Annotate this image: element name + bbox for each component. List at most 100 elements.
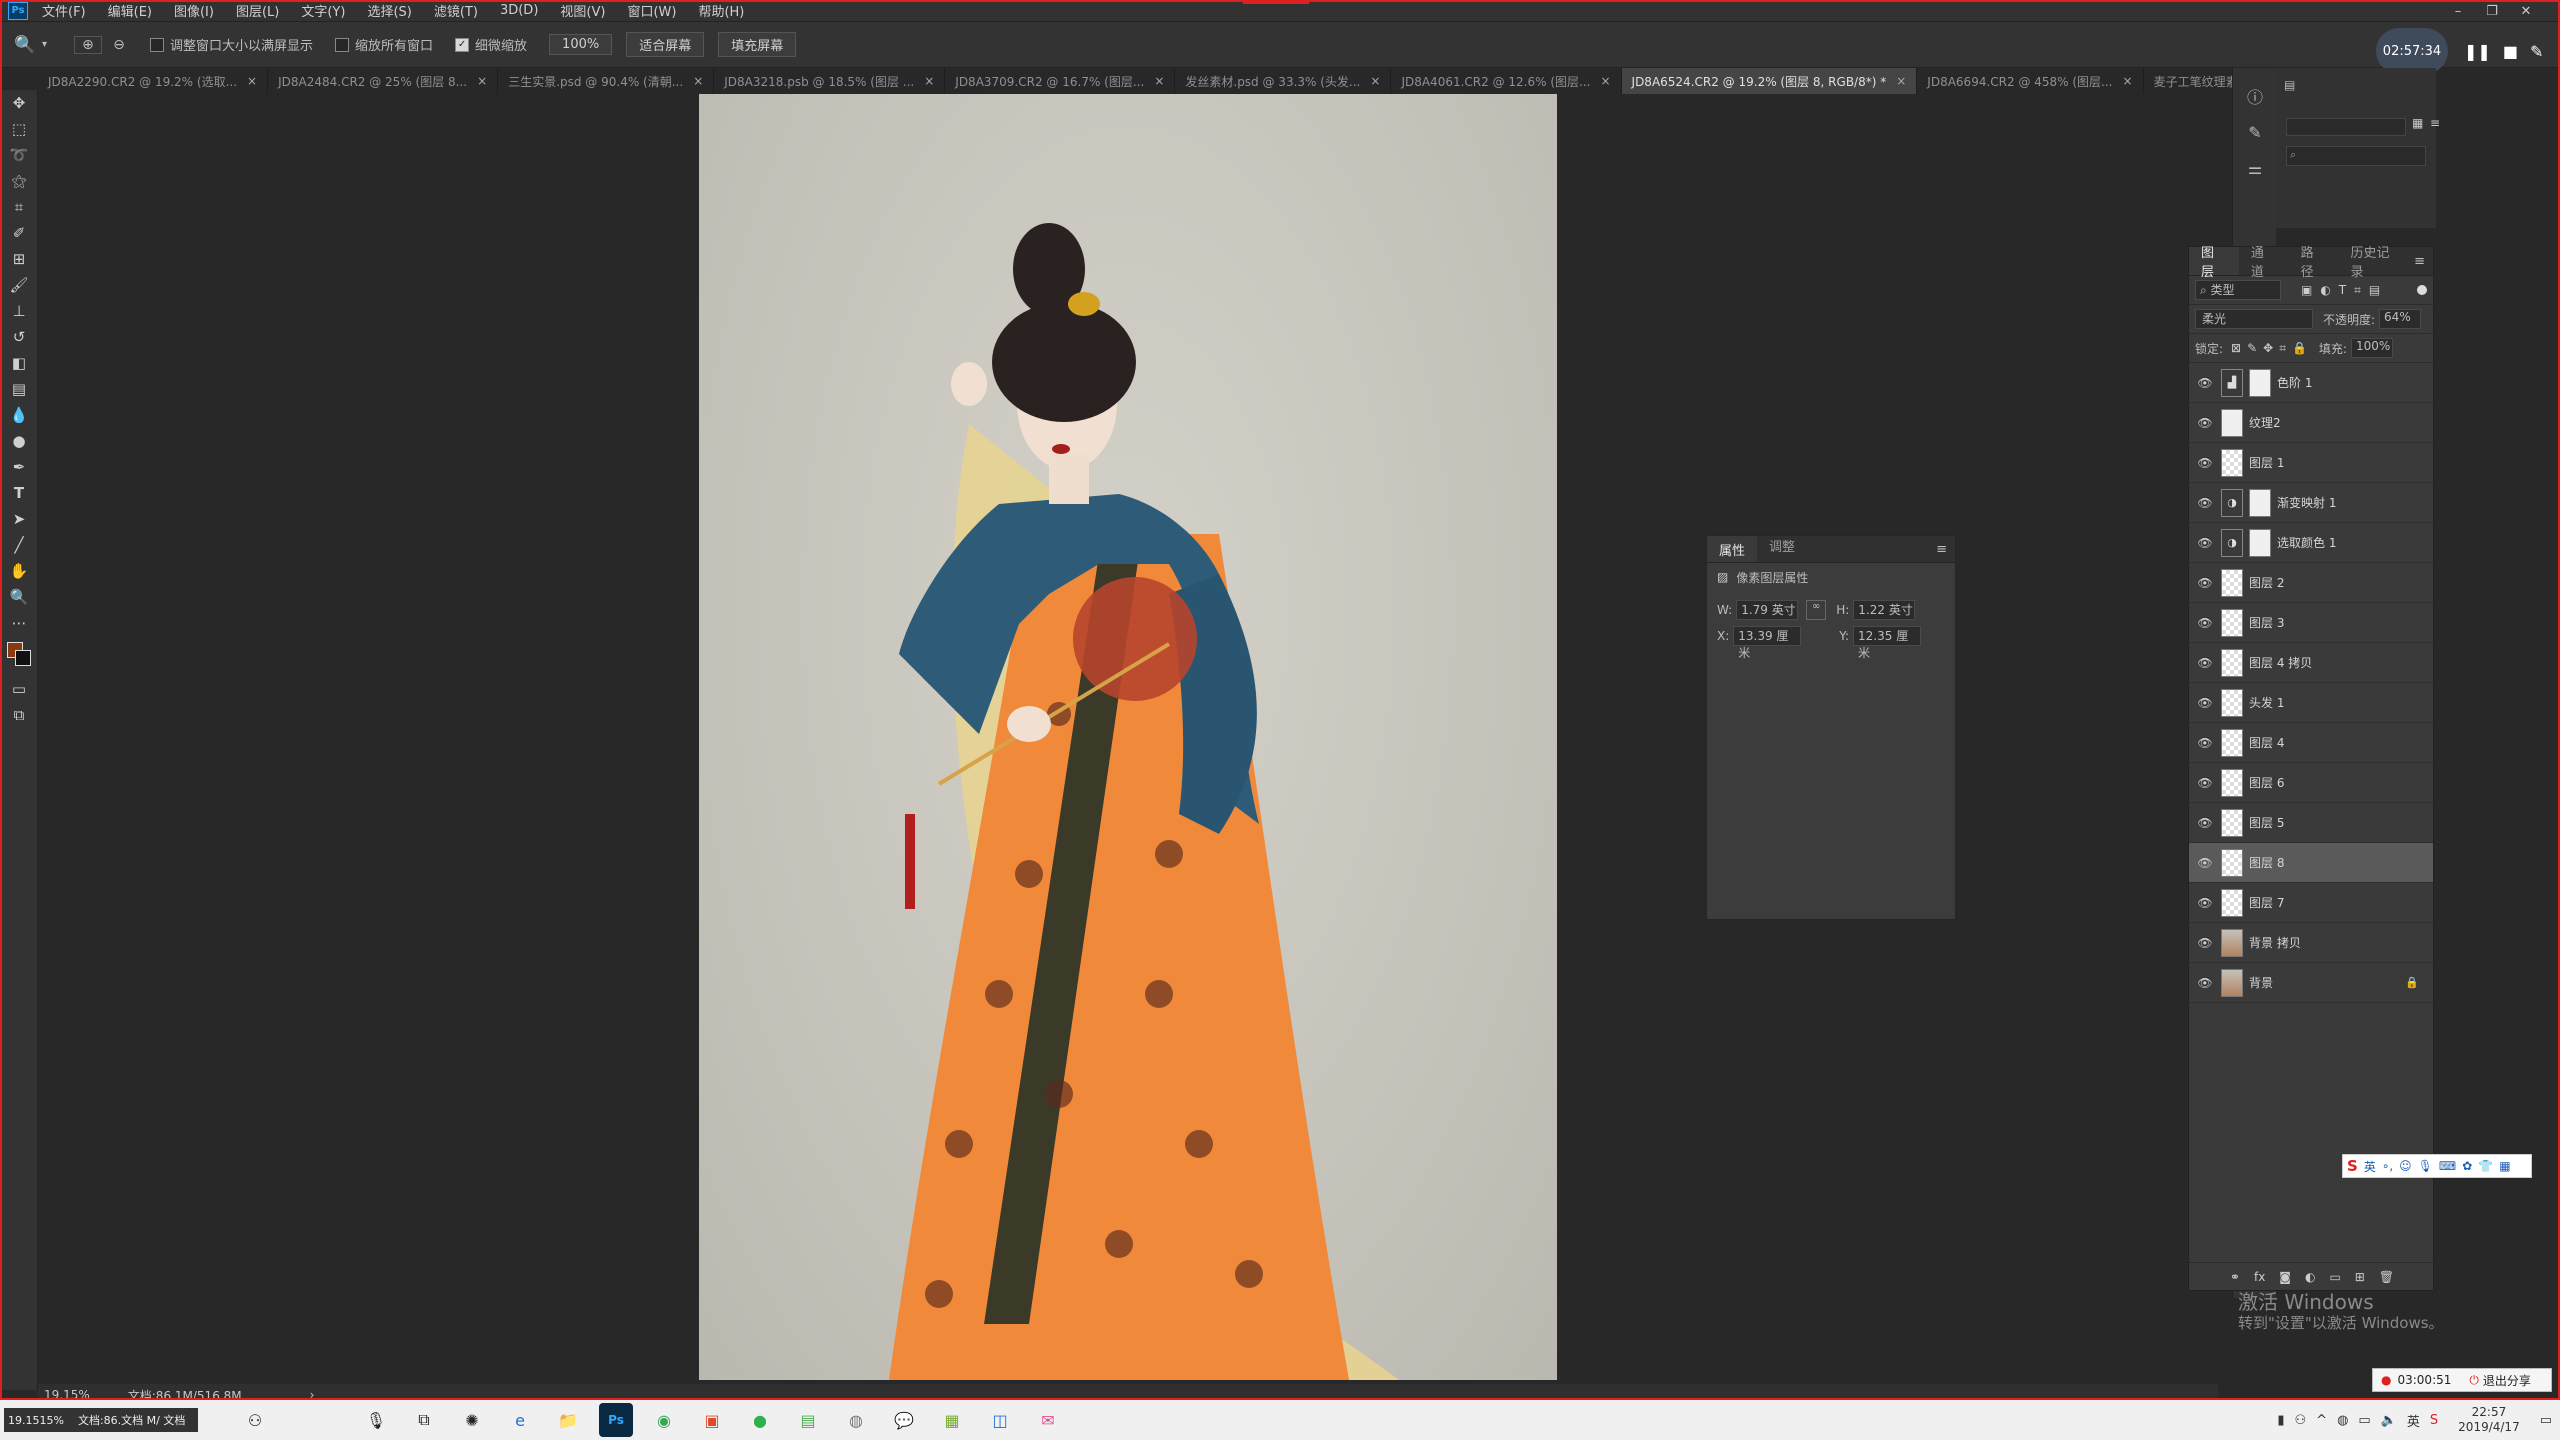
zoom-all-checkbox[interactable]: 缩放所有窗口 — [335, 35, 433, 54]
color-swatches[interactable] — [0, 636, 38, 676]
zoom-in-icon[interactable]: ⊕ — [74, 35, 102, 54]
app-icon-7[interactable]: ✉ — [1031, 1403, 1065, 1437]
ime-shirt-icon[interactable]: 👕 — [2478, 1159, 2493, 1173]
resize-windows-checkbox[interactable]: 调整窗口大小以满屏显示 — [150, 35, 313, 54]
layer-row[interactable]: 👁 图层 1 — [2189, 443, 2433, 483]
document-tab[interactable]: JD8A3218.psb @ 18.5% (图层 ... × — [714, 68, 946, 94]
pause-icon[interactable]: ❚❚ — [2464, 42, 2491, 61]
menu-item[interactable]: 选择(S) — [367, 1, 411, 20]
edge-browser-icon[interactable]: e — [503, 1403, 537, 1437]
app-icon-5[interactable]: ▦ — [935, 1403, 969, 1437]
fit-screen-button[interactable]: 适合屏幕 — [626, 32, 705, 57]
iqiyi-icon[interactable]: ▤ — [791, 1403, 825, 1437]
gradient-tool-icon[interactable]: ▤ — [0, 376, 38, 402]
healing-brush-tool-icon[interactable]: ⊞ — [0, 246, 38, 272]
sogou-tray-icon[interactable]: S — [2430, 1413, 2438, 1428]
layer-row[interactable]: 👁 图层 3 — [2189, 603, 2433, 643]
link-icon[interactable]: ∞ — [1806, 600, 1827, 620]
visibility-eye-icon[interactable]: 👁 — [2189, 976, 2221, 990]
history-brush-tool-icon[interactable]: ↺ — [0, 324, 38, 350]
ime-punct-icon[interactable]: ∘, — [2382, 1159, 2393, 1173]
restore-icon[interactable]: ❐ — [2478, 0, 2506, 22]
tab-close-icon[interactable]: × — [1370, 74, 1380, 88]
screen-mode-icon[interactable]: ⧉ — [0, 702, 38, 728]
menu-item[interactable]: 图像(I) — [174, 1, 214, 20]
app-icon-4[interactable]: ◍ — [839, 1403, 873, 1437]
visibility-eye-icon[interactable]: 👁 — [2189, 416, 2221, 430]
lock-icons[interactable]: ⊠✎✥⌗🔒 — [2231, 341, 2313, 356]
layer-filter-icons[interactable]: ▣◐T⌗▤ — [2301, 283, 2388, 298]
tab-close-icon[interactable]: × — [1154, 74, 1164, 88]
fill-screen-button[interactable]: 填充屏幕 — [718, 32, 797, 57]
layer-row[interactable]: 👁 图层 8 — [2189, 843, 2433, 883]
layer-row[interactable]: 👁 图层 2 — [2189, 563, 2433, 603]
lock-icon[interactable]: 🔒 — [2405, 976, 2419, 989]
layer-mask-thumb[interactable] — [2249, 488, 2271, 517]
type-tool-icon[interactable]: T — [0, 480, 38, 506]
add-mask-icon[interactable]: ◙ — [2279, 1270, 2291, 1284]
file-explorer-icon[interactable]: 📁 — [551, 1403, 585, 1437]
tray-expand-icon[interactable]: ^ — [2316, 1413, 2327, 1428]
visibility-eye-icon[interactable]: 👁 — [2189, 816, 2221, 830]
width-input[interactable]: 1.79 英寸 — [1736, 600, 1799, 620]
fx-icon[interactable]: fx — [2254, 1270, 2265, 1284]
menu-item[interactable]: 文字(Y) — [301, 1, 345, 20]
tab-close-icon[interactable]: × — [924, 74, 934, 88]
scrubby-zoom-checkbox[interactable]: ✓ 细微缩放 — [455, 35, 527, 54]
tab-close-icon[interactable]: × — [1600, 74, 1610, 88]
visibility-eye-icon[interactable]: 👁 — [2189, 776, 2221, 790]
eyedropper-tool-icon[interactable]: ✐ — [0, 220, 38, 246]
close-icon[interactable]: ✕ — [2512, 0, 2540, 22]
layers-panel-tab[interactable]: 历史记录 — [2338, 242, 2414, 280]
visibility-eye-icon[interactable]: 👁 — [2189, 696, 2221, 710]
quick-mask-icon[interactable]: ▭ — [0, 676, 38, 702]
filter-toggle-icon[interactable] — [2417, 285, 2427, 295]
info-icon[interactable]: ⓘ — [2233, 78, 2277, 114]
visibility-eye-icon[interactable]: 👁 — [2189, 536, 2221, 550]
brush-settings-icon[interactable]: ✎ — [2233, 114, 2277, 150]
task-manager-icon[interactable]: ⚇ — [238, 1403, 272, 1437]
layers-panel-tab[interactable]: 通道 — [2239, 242, 2289, 280]
tab-close-icon[interactable]: × — [693, 74, 703, 88]
magic-wand-tool-icon[interactable]: ⚝ — [0, 168, 38, 194]
minimize-icon[interactable]: – — [2444, 0, 2472, 22]
height-input[interactable]: 1.22 英寸 — [1853, 600, 1916, 620]
lasso-tool-icon[interactable]: ➰ — [0, 142, 38, 168]
pen-tool-icon[interactable]: ✒ — [0, 454, 38, 480]
visibility-eye-icon[interactable]: 👁 — [2189, 496, 2221, 510]
ime-tray-icon[interactable]: 英 — [2407, 1411, 2420, 1430]
layer-filter-dropdown[interactable]: ⌕ 类型 — [2195, 280, 2281, 300]
x-input[interactable]: 13.39 厘米 — [1733, 626, 1802, 660]
panel-menu-icon[interactable]: ≡ — [1936, 542, 1947, 557]
clock[interactable]: 22:57 2019/4/17 — [2458, 1405, 2520, 1435]
menu-item[interactable]: 编辑(E) — [108, 1, 152, 20]
people-icon[interactable]: ⚇ — [2295, 1413, 2307, 1428]
adjustment-layer-icon[interactable]: ◐ — [2305, 1270, 2315, 1284]
ime-skin-icon[interactable]: ✿ — [2462, 1159, 2472, 1173]
battery-icon[interactable]: ▮ — [2277, 1413, 2284, 1428]
layer-row[interactable]: 👁 头发 1 — [2189, 683, 2433, 723]
zoom-out-icon[interactable]: ⊖ — [106, 37, 132, 53]
layer-row[interactable]: 👁 ▟ 色阶 1 — [2189, 363, 2433, 403]
chrome-icon[interactable]: ◉ — [647, 1403, 681, 1437]
checkbox-box[interactable] — [150, 37, 164, 52]
microphone-icon[interactable]: 🎙 — [359, 1403, 393, 1437]
marquee-tool-icon[interactable]: ⬚ — [0, 116, 38, 142]
fill-input[interactable]: 100% — [2350, 338, 2393, 358]
tab-close-icon[interactable]: × — [477, 74, 487, 88]
visibility-eye-icon[interactable]: 👁 — [2189, 576, 2221, 590]
new-layer-icon[interactable]: ⊞ — [2355, 1270, 2365, 1284]
menu-item[interactable]: 滤镜(T) — [434, 1, 478, 20]
menu-item[interactable]: 3D(D) — [500, 3, 538, 18]
more-tools-icon[interactable]: ⋯ — [0, 610, 38, 636]
layer-row[interactable]: 👁 背景 🔒 — [2189, 963, 2433, 1003]
photoshop-taskbar-icon[interactable]: Ps — [599, 1403, 633, 1437]
visibility-eye-icon[interactable]: 👁 — [2189, 376, 2221, 390]
document-tab[interactable]: JD8A6694.CR2 @ 458% (图层... × — [1917, 68, 2144, 94]
link-layers-icon[interactable]: ⚭ — [2230, 1270, 2240, 1284]
app-icon-6[interactable]: ◫ — [983, 1403, 1017, 1437]
tool-preset-chevron-icon[interactable]: ▾ — [42, 39, 56, 50]
crop-tool-icon[interactable]: ⌗ — [0, 194, 38, 220]
menu-item[interactable]: 帮助(H) — [698, 1, 744, 20]
library-dropdown[interactable] — [2286, 118, 2406, 136]
